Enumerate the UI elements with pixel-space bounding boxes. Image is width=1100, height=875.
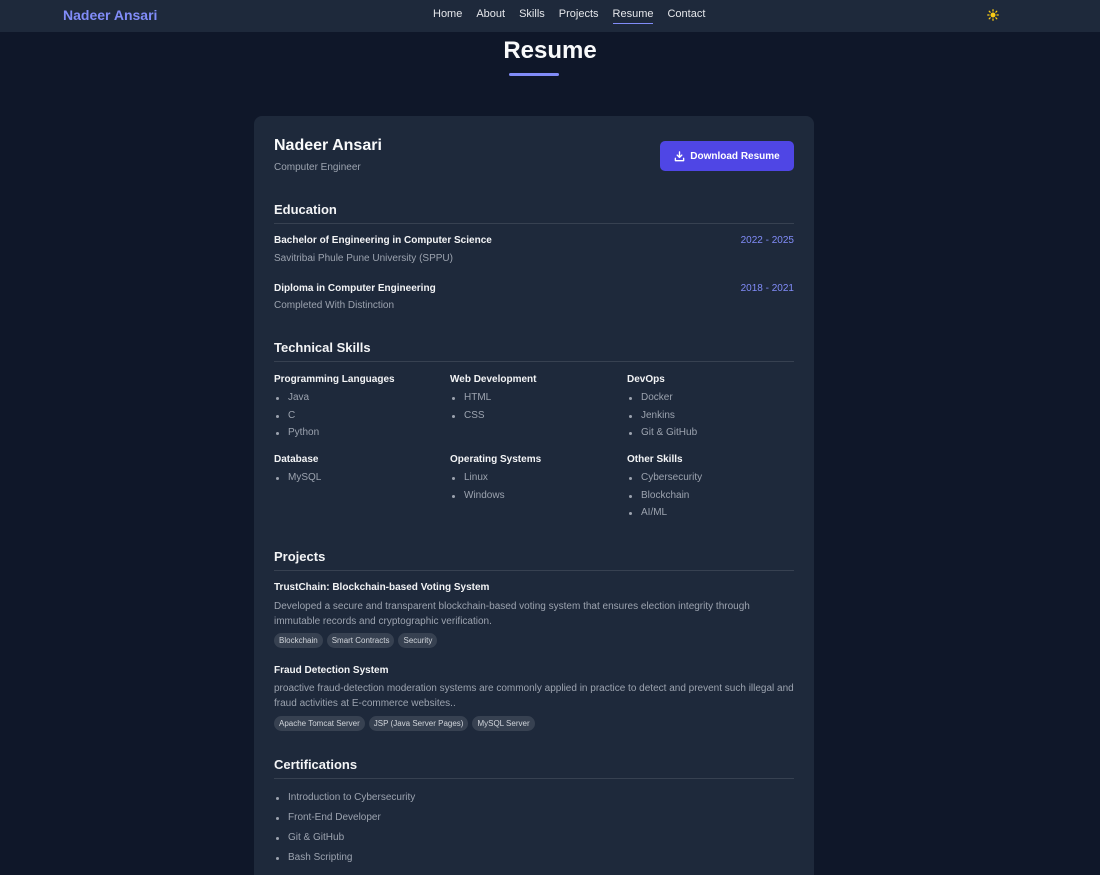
- certification-item: Git & GitHub: [274, 832, 415, 852]
- resume-name: Nadeer Ansari: [274, 137, 382, 154]
- skill-item: C: [274, 410, 444, 428]
- download-resume-label: Download Resume: [690, 150, 780, 162]
- certification-item: Front-End Developer: [274, 812, 415, 832]
- nav-link-skills[interactable]: Skills: [519, 8, 545, 20]
- sun-icon: [987, 9, 999, 21]
- nav-link-contact[interactable]: Contact: [667, 8, 705, 20]
- skill-group-title: Operating Systems: [450, 454, 542, 465]
- nav-links: Home About Skills Projects Resume Contac…: [433, 8, 719, 24]
- skill-group-title: Programming Languages: [274, 374, 395, 385]
- skill-item: Jenkins: [627, 410, 797, 428]
- section-divider: [274, 361, 794, 362]
- project-tag: MySQL Server: [472, 716, 535, 731]
- project-tags: Apache Tomcat Server JSP (Java Server Pa…: [274, 716, 535, 731]
- skill-item: Linux: [450, 472, 620, 490]
- skill-item: Java: [274, 392, 444, 410]
- nav-link-resume[interactable]: Resume: [612, 8, 653, 24]
- skill-item: AI/ML: [627, 507, 797, 525]
- section-divider: [274, 570, 794, 571]
- project-tags: Blockchain Smart Contracts Security: [274, 633, 438, 648]
- education-degree: Diploma in Computer Engineering: [274, 283, 436, 294]
- project-description: proactive fraud-detection moderation sys…: [274, 683, 794, 709]
- skill-item: CSS: [450, 410, 620, 428]
- skill-item: Git & GitHub: [627, 427, 797, 445]
- section-title-skills: Technical Skills: [274, 340, 371, 355]
- section-divider: [274, 223, 794, 224]
- skill-group: Other Skills Cybersecurity Blockchain AI…: [627, 454, 797, 525]
- education-school: Savitribai Phule Pune University (SPPU): [274, 253, 453, 264]
- skill-item: Docker: [627, 392, 797, 410]
- brand-logo[interactable]: Nadeer Ansari: [63, 7, 157, 23]
- project-title: Fraud Detection System: [274, 665, 389, 676]
- section-title-certifications: Certifications: [274, 757, 358, 772]
- page-title: Resume: [503, 37, 597, 64]
- education-dates: 2022 - 2025: [740, 235, 794, 246]
- project-description: Developed a secure and transparent block…: [274, 601, 750, 627]
- section-title-education: Education: [274, 202, 337, 217]
- certification-item: Introduction to Cybersecurity: [274, 792, 415, 812]
- skill-item: HTML: [450, 392, 620, 410]
- resume-card: Nadeer Ansari Computer Engineer Download…: [254, 116, 814, 875]
- project-tag: Security: [398, 633, 438, 648]
- skill-group: DevOps Docker Jenkins Git & GitHub: [627, 374, 797, 445]
- skill-group: Database MySQL: [274, 454, 444, 490]
- navbar: Nadeer Ansari Home About Skills Projects…: [0, 0, 1100, 32]
- certification-list: Introduction to Cybersecurity Front-End …: [274, 792, 415, 872]
- download-icon: [674, 150, 685, 161]
- skill-group: Web Development HTML CSS: [450, 374, 620, 427]
- project-tag: Apache Tomcat Server: [274, 716, 365, 731]
- skill-group-title: DevOps: [627, 374, 665, 385]
- skill-group: Programming Languages Java C Python: [274, 374, 444, 445]
- skill-group-title: Other Skills: [627, 454, 683, 465]
- project-tag: JSP (Java Server Pages): [368, 716, 469, 731]
- education-degree: Bachelor of Engineering in Computer Scie…: [274, 235, 492, 246]
- section-divider: [274, 778, 794, 779]
- education-school: Completed With Distinction: [274, 300, 395, 311]
- download-resume-button[interactable]: Download Resume: [660, 141, 794, 171]
- education-dates: 2018 - 2021: [740, 283, 794, 294]
- skill-group: Operating Systems Linux Windows: [450, 454, 620, 507]
- nav-link-projects[interactable]: Projects: [559, 8, 599, 20]
- section-title-projects: Projects: [274, 549, 326, 564]
- skill-group-title: Database: [274, 454, 319, 465]
- nav-link-about[interactable]: About: [476, 8, 505, 20]
- skill-item: Windows: [450, 490, 620, 508]
- resume-role: Computer Engineer: [274, 162, 361, 173]
- certification-item: Bash Scripting: [274, 852, 415, 872]
- skill-item: MySQL: [274, 472, 444, 490]
- theme-toggle-button[interactable]: [986, 8, 1000, 22]
- skill-item: Cybersecurity: [627, 472, 797, 490]
- skill-item: Python: [274, 427, 444, 445]
- project-tag: Blockchain: [274, 633, 323, 648]
- title-underline: [509, 73, 559, 76]
- skill-item: Blockchain: [627, 490, 797, 508]
- skill-group-title: Web Development: [450, 374, 537, 385]
- nav-link-home[interactable]: Home: [433, 8, 462, 20]
- project-tag: Smart Contracts: [326, 633, 395, 648]
- project-title: TrustChain: Blockchain-based Voting Syst…: [274, 582, 490, 593]
